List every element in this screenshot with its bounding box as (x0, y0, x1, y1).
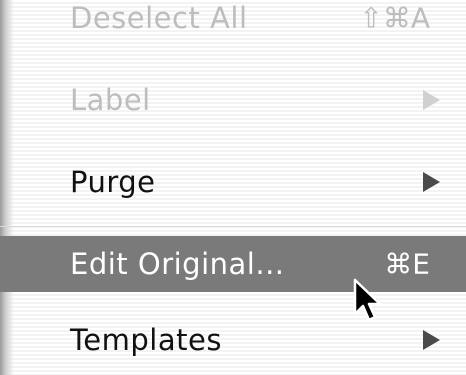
mouse-pointer-icon (353, 278, 382, 322)
submenu-arrow-icon (423, 90, 440, 110)
context-menu: Deselect All ⇧⌘A Label Purge Edit Origin… (0, 0, 466, 375)
submenu-arrow-icon (423, 330, 440, 350)
menu-item-purge[interactable]: Purge (0, 154, 466, 210)
menu-item-label: Edit Original... (70, 247, 285, 281)
menu-item-label-submenu[interactable]: Label (0, 72, 466, 128)
menu-item-label: Templates (70, 323, 222, 357)
menu-item-label: Purge (70, 165, 156, 199)
menu-item-edit-original[interactable]: Edit Original... ⌘E (0, 236, 466, 292)
menu-item-shortcut: ⌘E (384, 247, 430, 281)
menu-item-shortcut: ⇧⌘A (359, 1, 430, 35)
submenu-arrow-icon (423, 172, 440, 192)
menu-item-label: Deselect All (70, 1, 248, 35)
menu-separator (0, 226, 466, 227)
menu-item-label: Label (70, 83, 151, 117)
menu-item-templates[interactable]: Templates (0, 312, 466, 368)
menu-item-deselect-all[interactable]: Deselect All ⇧⌘A (0, 0, 466, 46)
